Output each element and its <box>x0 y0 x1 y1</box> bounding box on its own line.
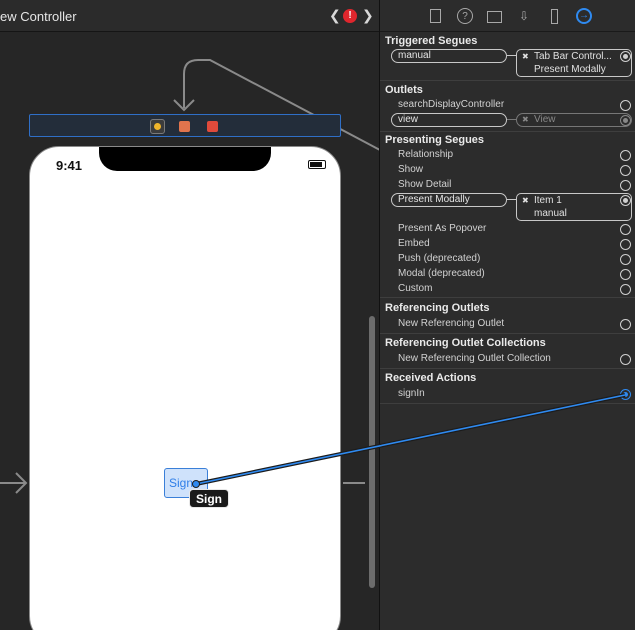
remove-connection-icon[interactable]: ✖ <box>522 115 529 124</box>
outlet-row-view: view ✖ View <box>380 113 635 128</box>
section-header: Received Actions <box>385 372 477 384</box>
received-actions-section: Received Actions signIn <box>380 371 635 404</box>
connection-target-kind: Present Modally <box>534 64 606 75</box>
connection-circle[interactable] <box>620 180 631 191</box>
connections-inspector-panel: ? ⇩ → Triggered Segues manual ✖ Tab Bar … <box>379 0 635 630</box>
identity-inspector-icon[interactable] <box>486 8 502 24</box>
received-action-row: signIn <box>380 387 635 402</box>
segue-row: Embed <box>380 237 635 252</box>
referencing-outlet-collections-section: Referencing Outlet Collections New Refer… <box>380 336 635 369</box>
scene-dock <box>29 114 341 137</box>
remove-connection-icon[interactable]: ✖ <box>522 52 529 61</box>
referencing-outlet-label: New Referencing Outlet <box>398 318 505 329</box>
segue-pill-present-modally[interactable]: Present Modally <box>391 193 507 207</box>
connections-inspector-icon[interactable]: → <box>576 8 592 24</box>
segue-label: Relationship <box>398 149 454 160</box>
connection-target-name: Tab Bar Control... <box>534 51 612 62</box>
chevron-left-icon[interactable]: ❮ <box>329 7 341 24</box>
outlet-label: searchDisplayController <box>398 99 505 110</box>
device-notch <box>99 147 271 171</box>
inspector-tab-bar: ? ⇩ → <box>380 0 635 32</box>
battery-icon <box>308 160 326 169</box>
section-header: Presenting Segues <box>385 134 485 146</box>
connection-target[interactable]: ✖ Tab Bar Control... Present Modally <box>516 49 632 77</box>
section-header: Triggered Segues <box>385 35 478 47</box>
connection-circle[interactable] <box>620 195 631 206</box>
connection-circle[interactable] <box>620 224 631 235</box>
received-action-label: signIn <box>398 388 425 399</box>
segue-label: Push (deprecated) <box>398 253 481 264</box>
segue-label: Embed <box>398 238 430 249</box>
triggered-segues-section: Triggered Segues manual ✖ Tab Bar Contro… <box>380 33 635 81</box>
triggered-segue-row: manual ✖ Tab Bar Control... Present Moda… <box>380 49 635 77</box>
storyboard-canvas[interactable]: ew Controller ❮ ! ❯ 9:41 Sign <box>0 0 379 630</box>
connection-circle[interactable] <box>620 115 631 126</box>
referencing-outlets-section: Referencing Outlets New Referencing Outl… <box>380 301 635 334</box>
referencing-outlet-collection-label: New Referencing Outlet Collection <box>398 353 551 364</box>
segue-label: Modal (deprecated) <box>398 268 485 279</box>
segue-row: Show Detail <box>380 178 635 193</box>
editor-title[interactable]: ew Controller <box>0 9 77 24</box>
connection-target[interactable]: ✖ View <box>516 113 632 127</box>
first-responder-icon[interactable] <box>179 121 190 132</box>
segue-row: Modal (deprecated) <box>380 267 635 282</box>
connection-target-kind: manual <box>534 208 567 219</box>
segue-label: Present As Popover <box>398 223 487 234</box>
canvas-scrollbar[interactable] <box>369 316 375 588</box>
segue-row: Relationship <box>380 148 635 163</box>
connection-target-name: Item 1 <box>534 195 562 206</box>
segue-row: Present As Popover <box>380 222 635 237</box>
outlet-row: searchDisplayController <box>380 98 635 113</box>
segue-pill-manual[interactable]: manual <box>391 49 507 63</box>
size-inspector-icon[interactable] <box>546 8 562 24</box>
connection-circle[interactable] <box>620 51 631 62</box>
attributes-inspector-icon[interactable]: ⇩ <box>516 8 532 24</box>
connection-circle[interactable] <box>620 284 631 295</box>
chevron-right-icon[interactable]: ❯ <box>362 7 374 24</box>
connection-target[interactable]: ✖ Item 1 manual <box>516 193 632 221</box>
connection-circle[interactable] <box>620 319 631 330</box>
referencing-outlet-row: New Referencing Outlet <box>380 317 635 332</box>
section-header: Referencing Outlet Collections <box>385 337 546 349</box>
connection-circle[interactable] <box>620 354 631 365</box>
referencing-outlet-collection-row: New Referencing Outlet Collection <box>380 352 635 367</box>
connection-circle[interactable] <box>620 269 631 280</box>
section-header: Outlets <box>385 84 423 96</box>
presenting-segues-section: Presenting Segues Relationship Show Show… <box>380 132 635 298</box>
segue-row: Push (deprecated) <box>380 252 635 267</box>
segue-row: Show <box>380 163 635 178</box>
view-controller-icon[interactable] <box>150 119 165 134</box>
segue-label: Show <box>398 164 424 175</box>
remove-connection-icon[interactable]: ✖ <box>522 196 529 205</box>
connection-target-name: View <box>534 114 556 125</box>
connection-circle-active[interactable] <box>620 389 631 400</box>
status-bar-time: 9:41 <box>56 158 83 173</box>
connection-circle[interactable] <box>620 165 631 176</box>
outlet-pill-view[interactable]: view <box>391 113 507 127</box>
editor-jump-bar: ew Controller ❮ ! ❯ <box>0 0 379 32</box>
segue-row: Custom <box>380 282 635 297</box>
outlets-section: Outlets searchDisplayController view ✖ V… <box>380 82 635 132</box>
section-header: Referencing Outlets <box>385 302 490 314</box>
file-inspector-icon[interactable] <box>427 8 443 24</box>
connection-circle[interactable] <box>620 254 631 265</box>
connection-circle[interactable] <box>620 239 631 250</box>
device-frame[interactable]: 9:41 Sign <box>29 146 341 630</box>
segue-label: Show Detail <box>398 179 452 190</box>
warning-badge-icon[interactable]: ! <box>343 9 357 23</box>
connection-circle[interactable] <box>620 150 631 161</box>
drag-tooltip: Sign <box>189 489 229 508</box>
connection-circle[interactable] <box>620 100 631 111</box>
segue-label: Custom <box>398 283 433 294</box>
segue-row-present-modally: Present Modally ✖ Item 1 manual <box>380 193 635 223</box>
exit-icon[interactable] <box>207 121 218 132</box>
quick-help-icon[interactable]: ? <box>457 8 473 24</box>
